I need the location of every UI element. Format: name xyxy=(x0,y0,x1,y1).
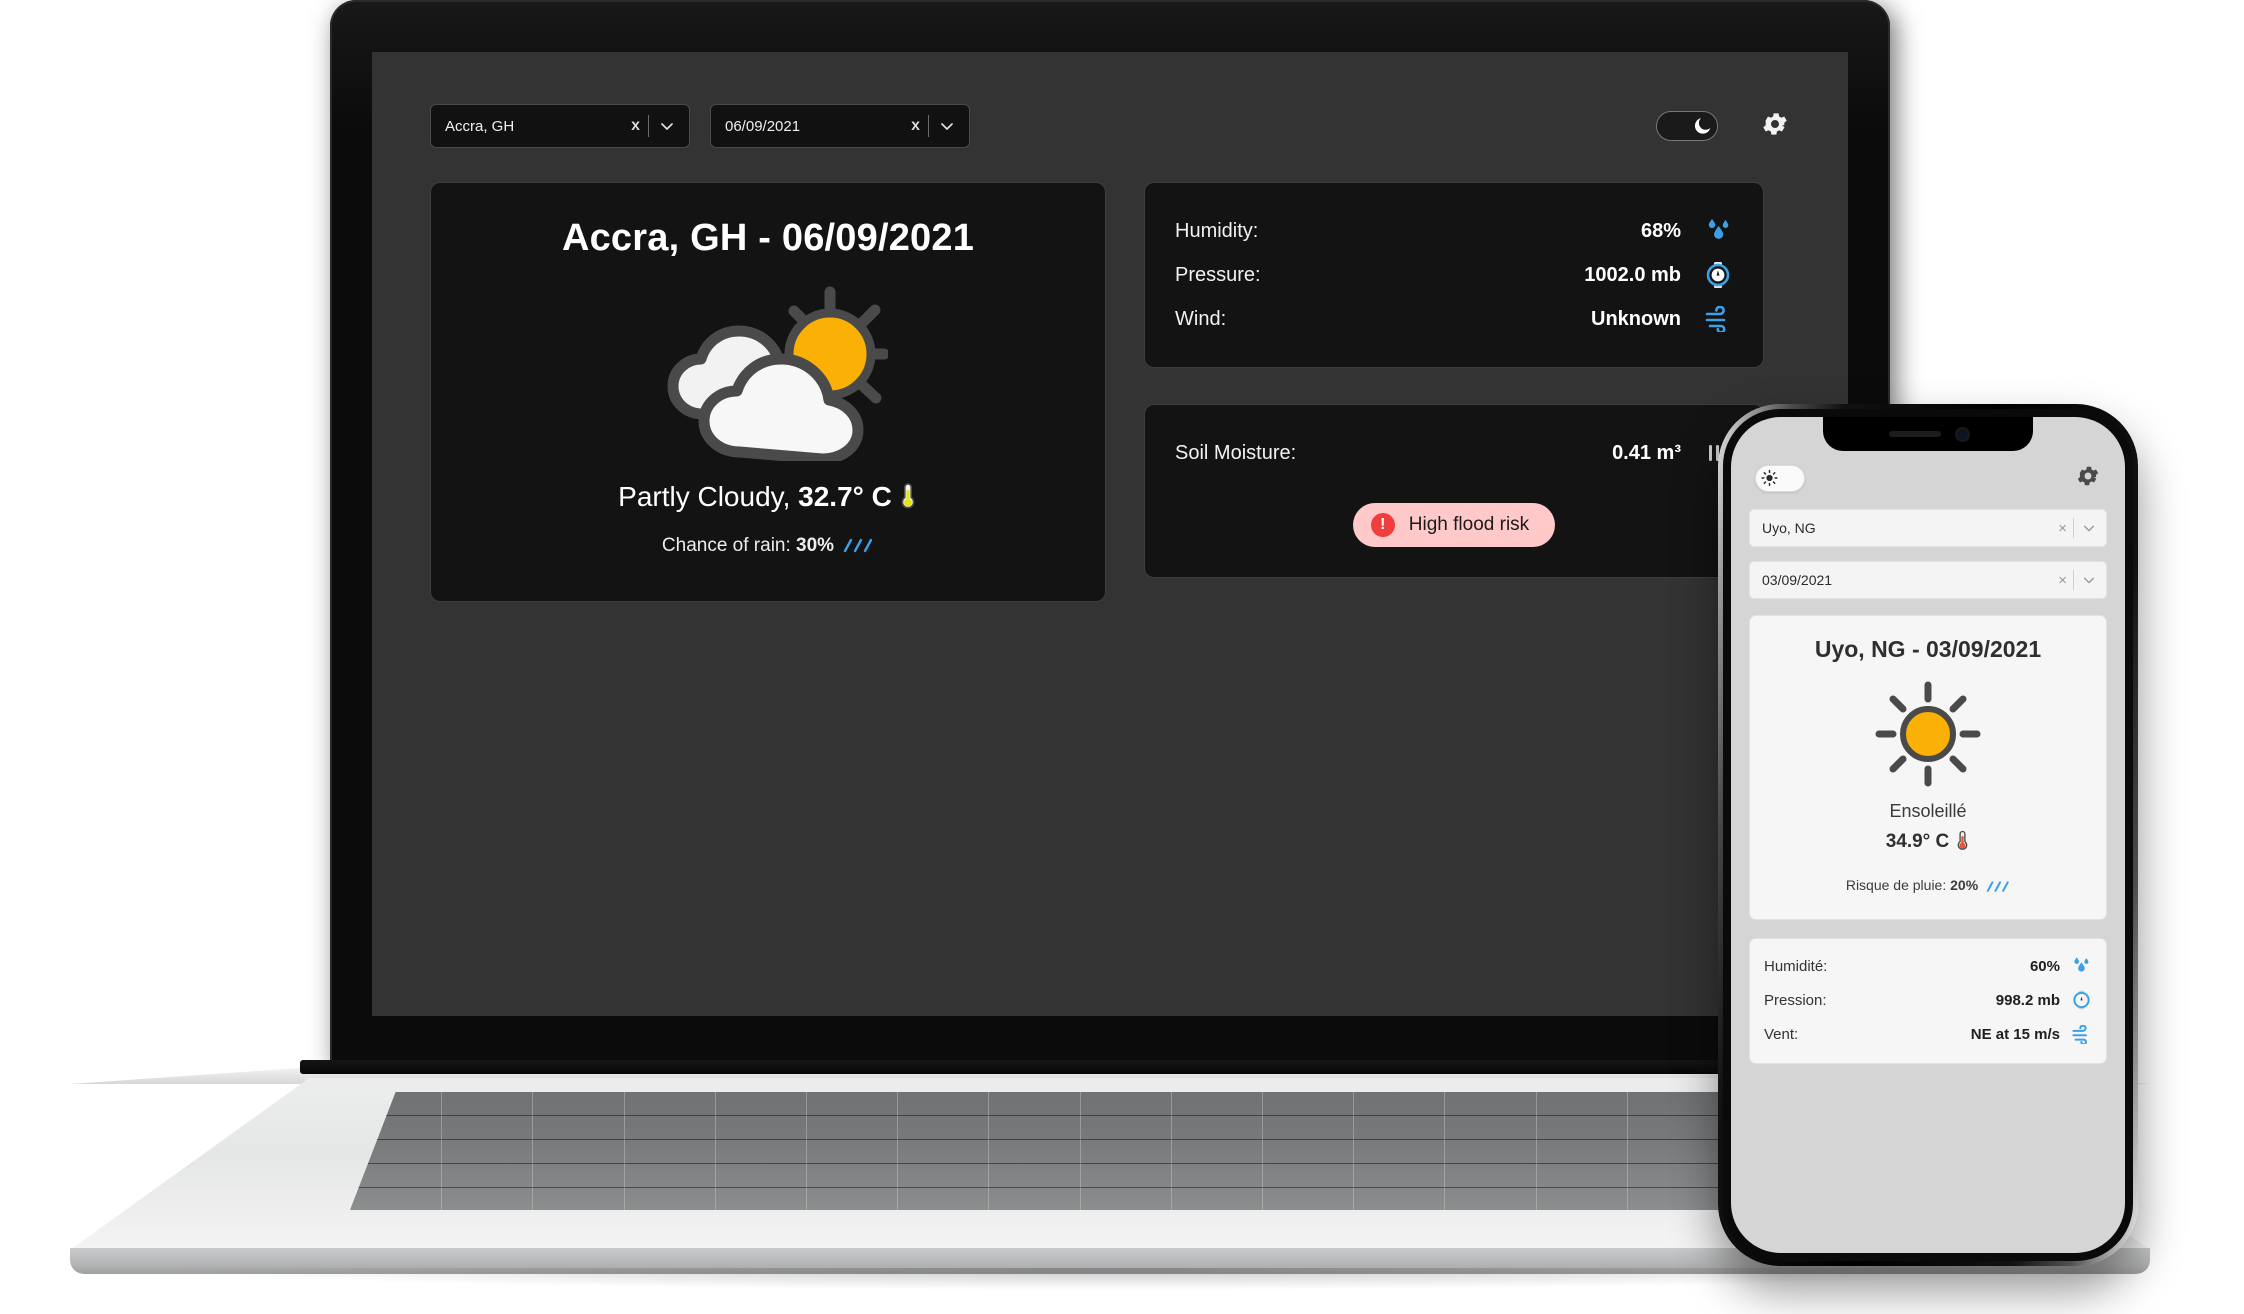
phone-screen: Uyo, NG × 03/09/2021 × Uyo, NG - 03/09/2… xyxy=(1731,417,2125,1253)
metric-row: Humidité: 60% xyxy=(1764,949,2092,983)
droplets-icon xyxy=(1703,217,1733,245)
drizzle-icon xyxy=(840,537,874,561)
metric-label: Humidity: xyxy=(1175,219,1259,242)
location-clear-button[interactable]: × xyxy=(2052,520,2073,537)
mobile-weather-card: Uyo, NG - 03/09/2021 Ensoleillé 34.9° C … xyxy=(1749,615,2107,920)
phone-notch xyxy=(1823,417,2033,451)
condition-text: Ensoleillé xyxy=(1889,801,1967,821)
chevron-down-icon[interactable] xyxy=(929,118,959,134)
date-select[interactable]: 06/09/2021 x xyxy=(710,104,970,148)
metric-label: Pression: xyxy=(1764,991,1827,1009)
rain-label: Chance of rain: xyxy=(661,535,797,556)
rain-value: 30% xyxy=(796,535,835,556)
theme-toggle[interactable] xyxy=(1755,464,1805,492)
soil-value: 0.41 m³ xyxy=(1612,441,1681,464)
metric-row: Pressure: 1002.0 mb xyxy=(1175,253,1733,297)
front-camera xyxy=(1956,428,1968,440)
flood-risk-badge: ! High flood risk xyxy=(1352,503,1556,547)
thermometer-icon xyxy=(1955,830,1970,857)
metric-value: 68% xyxy=(1640,219,1681,242)
metric-label: Humidité: xyxy=(1764,957,1828,975)
metric-label: Pressure: xyxy=(1175,263,1261,286)
laptop-device: Accra, GH x 06/09/2021 x Accra, GH - 06/… xyxy=(70,0,2150,1290)
mobile-metrics-card: Humidité: 60% Pression: 998.2 mb Vent: N… xyxy=(1749,938,2107,1064)
metric-row: Vent: NE at 15 m/s xyxy=(1764,1017,2092,1051)
date-select[interactable]: 03/09/2021 × xyxy=(1749,561,2107,599)
left-column: Accra, GH - 06/09/2021 Partly Cloudy, 32… xyxy=(430,182,1106,602)
soil-label: Soil Moisture: xyxy=(1175,441,1297,464)
laptop-hinge xyxy=(300,1060,1920,1074)
rain-label: Risque de pluie: xyxy=(1845,877,1951,893)
weather-app-mobile: Uyo, NG × 03/09/2021 × Uyo, NG - 03/09/2… xyxy=(1731,417,2125,1253)
settings-button[interactable] xyxy=(1760,109,1790,144)
metric-row: Humidity: 68% xyxy=(1175,209,1733,253)
mobile-toolbar xyxy=(1749,461,2107,495)
metric-row: Pression: 998.2 mb xyxy=(1764,983,2092,1017)
sunny-icon xyxy=(1764,679,2092,789)
weather-card-title: Uyo, NG - 03/09/2021 xyxy=(1814,636,2042,662)
location-clear-button[interactable]: x xyxy=(623,117,648,135)
metric-value: NE at 15 m/s xyxy=(1970,1025,2060,1043)
metric-row: Wind: Unknown xyxy=(1175,297,1733,341)
rain-chance-line: Risque de pluie: 20% xyxy=(1764,877,2092,897)
moon-icon xyxy=(1692,116,1713,137)
drizzle-icon xyxy=(1984,880,2010,897)
right-column: Humidity: 68% Pressure: 1002.0 mb Wind: … xyxy=(1144,182,1764,578)
barometer-icon xyxy=(2070,990,2092,1010)
metric-label: Wind: xyxy=(1175,307,1227,330)
metric-label: Vent: xyxy=(1764,1025,1799,1043)
soil-moisture-card: Soil Moisture: 0.41 m³ ! High flood risk xyxy=(1144,404,1764,578)
thermometer-icon xyxy=(898,482,918,517)
main-weather-card: Accra, GH - 06/09/2021 Partly Cloudy, 32… xyxy=(430,182,1106,602)
date-clear-button[interactable]: x xyxy=(903,117,928,135)
rain-value: 20% xyxy=(1950,877,1979,893)
metric-value: 1002.0 mb xyxy=(1584,263,1681,286)
date-clear-button[interactable]: × xyxy=(2052,572,2073,589)
soil-row: Soil Moisture: 0.41 m³ xyxy=(1175,431,1733,475)
weather-card-title: Accra, GH - 06/09/2021 xyxy=(561,217,975,259)
earpiece-speaker xyxy=(1888,431,1941,437)
laptop-screen: Accra, GH x 06/09/2021 x Accra, GH - 06/… xyxy=(372,52,1848,1016)
metric-value: Unknown xyxy=(1591,307,1681,330)
location-select[interactable]: Uyo, NG × xyxy=(1749,509,2107,547)
barometer-icon xyxy=(1703,261,1733,289)
location-select[interactable]: Accra, GH x xyxy=(430,104,690,148)
rain-chance-line: Chance of rain: 30% xyxy=(461,535,1075,561)
screenshot-stage: Accra, GH x 06/09/2021 x Accra, GH - 06/… xyxy=(0,0,2244,1314)
metrics-card: Humidity: 68% Pressure: 1002.0 mb Wind: … xyxy=(1144,182,1764,368)
droplets-icon xyxy=(2070,956,2092,976)
chevron-down-icon[interactable] xyxy=(649,118,679,134)
location-select-value: Uyo, NG xyxy=(1762,520,1816,536)
weather-condition-line: Partly Cloudy, 32.7° C xyxy=(461,481,1075,517)
base-shadow xyxy=(150,1268,2070,1290)
temperature-value: 32.7° C xyxy=(798,481,892,512)
wind-icon xyxy=(1703,306,1733,332)
settings-button[interactable] xyxy=(2075,463,2101,494)
partly-cloudy-icon xyxy=(461,286,1075,461)
temperature-line: 34.9° C xyxy=(1764,830,2092,857)
desktop-content-grid: Accra, GH - 06/09/2021 Partly Cloudy, 32… xyxy=(430,182,1790,602)
phone-device: Uyo, NG × 03/09/2021 × Uyo, NG - 03/09/2… xyxy=(1718,404,2138,1266)
location-select-value: Accra, GH xyxy=(445,117,515,135)
date-select-value: 03/09/2021 xyxy=(1762,572,1833,588)
flood-risk-wrapper: ! High flood risk xyxy=(1175,503,1733,547)
theme-toggle[interactable] xyxy=(1656,111,1718,141)
date-select-value: 06/09/2021 xyxy=(725,117,801,135)
temperature-value: 34.9° C xyxy=(1885,831,1950,852)
alert-icon: ! xyxy=(1370,513,1395,537)
gear-icon xyxy=(2075,463,2101,494)
chevron-down-icon[interactable] xyxy=(2074,521,2100,535)
wind-icon xyxy=(2070,1024,2092,1044)
keyboard xyxy=(350,1092,1870,1210)
sun-icon xyxy=(1761,469,1778,487)
metric-value: 998.2 mb xyxy=(1995,991,2060,1009)
metric-value: 60% xyxy=(2029,957,2060,975)
flood-risk-label: High flood risk xyxy=(1408,514,1530,535)
weather-app-desktop: Accra, GH x 06/09/2021 x Accra, GH - 06/… xyxy=(372,52,1848,1016)
condition-text: Partly Cloudy, xyxy=(618,481,799,512)
desktop-toolbar: Accra, GH x 06/09/2021 x xyxy=(430,104,1790,148)
gear-icon xyxy=(1760,109,1790,144)
chevron-down-icon[interactable] xyxy=(2074,573,2100,587)
